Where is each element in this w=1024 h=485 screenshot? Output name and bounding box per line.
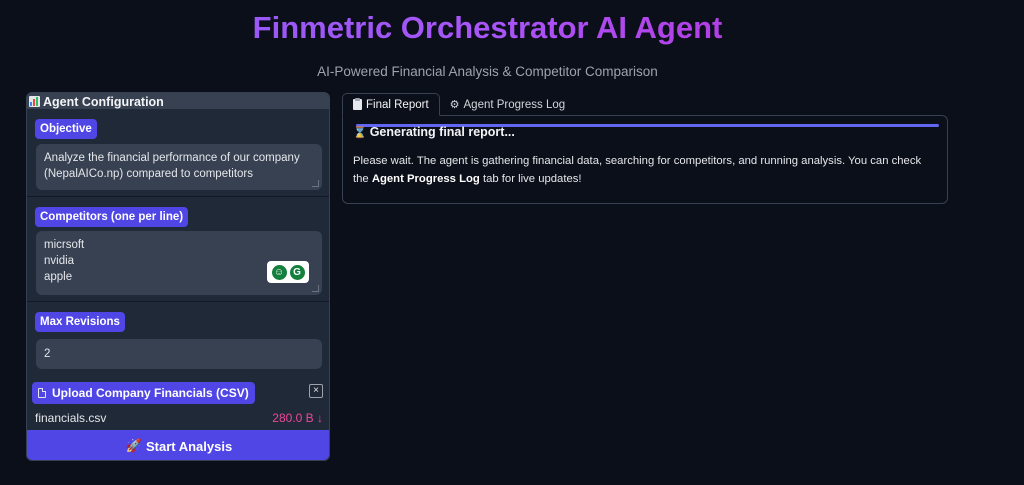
upload-button-label: Upload Company Financials (CSV)	[52, 386, 249, 400]
start-button-label: Start Analysis	[145, 438, 233, 454]
panel-title: Agent Configuration	[43, 94, 164, 109]
grammarly-g-icon: G	[289, 264, 305, 280]
objective-textarea[interactable]: Analyze the financial performance of our…	[36, 144, 322, 190]
clipboard-icon	[353, 98, 362, 110]
start-analysis-button[interactable]: 🚀 Start Analysis	[27, 430, 329, 460]
report-message-part2: tab for live updates!	[479, 173, 582, 185]
objective-label: Objective	[35, 119, 97, 139]
file-name: financials.csv	[35, 411, 107, 425]
final-report-panel: ⌛ Generating final report... Please wait…	[342, 115, 948, 204]
uploaded-file-row: financials.csv 280.0 B ↓	[27, 407, 329, 429]
panel-header: Agent Configuration	[27, 93, 329, 109]
output-tabs: Final Report ⚙ Agent Progress Log	[342, 93, 576, 116]
file-icon	[38, 388, 46, 398]
app-subtitle: AI-Powered Financial Analysis & Competit…	[317, 64, 658, 79]
report-heading: ⌛ Generating final report...	[353, 125, 515, 139]
app-title: Finmetric Orchestrator AI Agent	[0, 10, 975, 46]
grammarly-assist-icon: ☺	[271, 264, 287, 280]
hourglass-icon: ⌛	[353, 126, 367, 139]
agent-configuration-panel: Agent Configuration Objective Analyze th…	[26, 92, 330, 461]
max-revisions-label: Max Revisions	[35, 312, 125, 332]
bar-chart-icon	[29, 96, 40, 107]
tab-label: Final Report	[366, 98, 429, 111]
competitors-label: Competitors (one per line)	[35, 207, 189, 227]
resize-handle-icon[interactable]	[312, 285, 319, 292]
gear-icon: ⚙	[449, 99, 460, 111]
upload-financials-button[interactable]: Upload Company Financials (CSV)	[32, 382, 255, 404]
tab-agent-progress-log[interactable]: ⚙ Agent Progress Log	[440, 93, 576, 116]
report-message: Please wait. The agent is gathering fina…	[353, 152, 939, 188]
max-revisions-input[interactable]: 2	[36, 339, 322, 369]
max-revisions-section: Max Revisions 2	[27, 303, 329, 379]
report-heading-text: Generating final report...	[369, 125, 515, 139]
report-message-link: Agent Progress Log	[371, 173, 480, 185]
tab-final-report[interactable]: Final Report	[342, 93, 440, 116]
resize-handle-icon[interactable]	[312, 180, 319, 187]
objective-section: Objective Analyze the financial performa…	[27, 110, 329, 197]
grammarly-widget[interactable]: ☺ G	[267, 261, 309, 283]
remove-file-button[interactable]: ×	[309, 384, 323, 398]
rocket-icon: 🚀	[125, 438, 142, 453]
tab-label: Agent Progress Log	[463, 98, 566, 111]
competitors-section: Competitors (one per line) micrsoft nvid…	[27, 198, 329, 302]
file-size-download[interactable]: 280.0 B ↓	[272, 411, 323, 425]
